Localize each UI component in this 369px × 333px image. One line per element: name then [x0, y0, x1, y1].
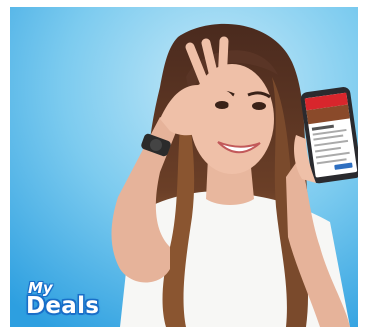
photo-frame: My Deals — [10, 7, 358, 327]
left-eye — [215, 101, 229, 109]
mydeals-logo: My Deals — [26, 279, 112, 327]
ok-finger — [217, 36, 229, 88]
right-eye — [252, 102, 266, 110]
logo-deals-text: Deals — [26, 293, 100, 319]
watch-face — [150, 139, 162, 151]
